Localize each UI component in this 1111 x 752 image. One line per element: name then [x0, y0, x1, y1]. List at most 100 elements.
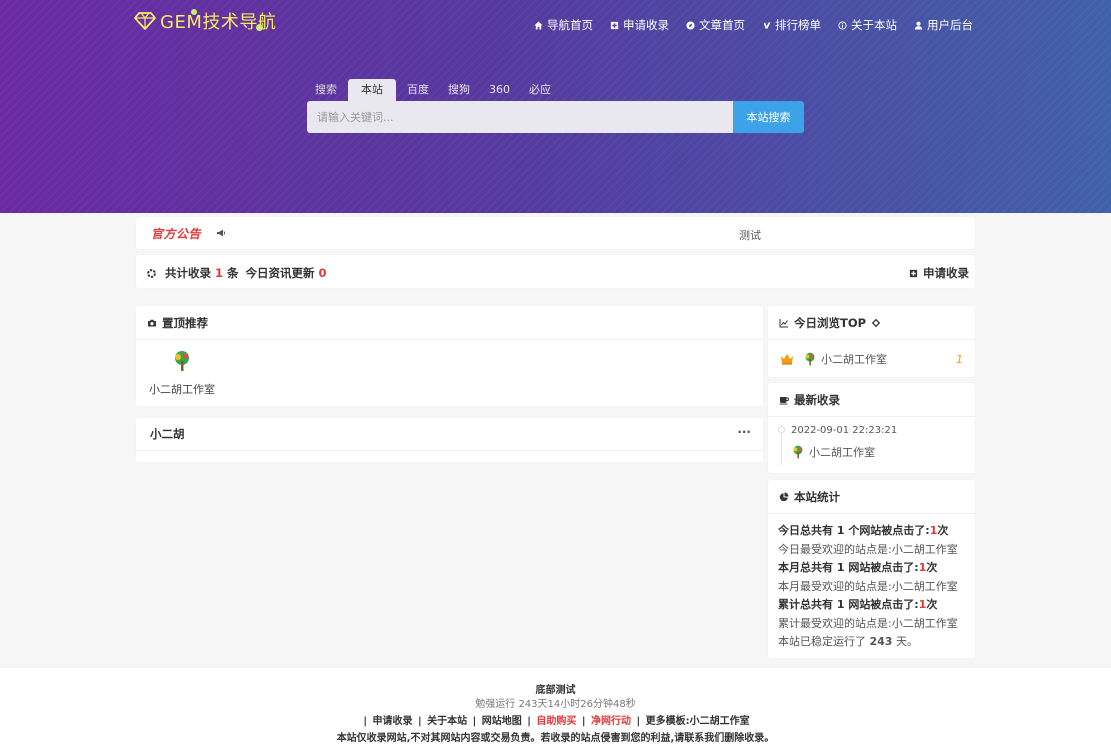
timeline-dot: [778, 426, 785, 433]
line-chart-icon: [779, 318, 788, 327]
top-views-row[interactable]: 小二胡工作室 1: [780, 351, 963, 367]
nav-label: 导航首页: [547, 18, 593, 32]
uptime: 本站已稳定运行了 243 天。: [778, 635, 918, 648]
pie-chart-icon: [779, 492, 789, 501]
footer-title: 底部测试: [535, 685, 576, 696]
diamond-icon: [871, 318, 881, 327]
logo-dot: [191, 9, 197, 15]
today-clicks: 今日总共有 1 个网站被点击了:1次: [778, 524, 949, 537]
today-prefix: 今日资讯更新: [245, 266, 315, 280]
site-statistics: 本站统计 今日总共有 1 个网站被点击了:1次 今日最受欢迎的站点是:小二胡工作…: [768, 480, 975, 658]
footer-link-apply[interactable]: 申请收录: [373, 716, 413, 727]
pinned-title: 置顶推荐: [162, 315, 208, 330]
top-views-title: 今日浏览TOP: [794, 315, 867, 330]
site-name: 小二胡工作室: [149, 383, 215, 396]
footer-link-templates[interactable]: 更多模板:小二胡工作室: [646, 716, 750, 727]
info-icon: [838, 20, 847, 30]
top-views-title-bar: 今日浏览TOP: [768, 306, 975, 340]
site-favicon: [175, 351, 189, 371]
nav-label: 用户后台: [927, 18, 973, 32]
latest-time: 2022-09-01 22:23:21: [791, 425, 898, 436]
site-stats-title: 本站统计: [794, 489, 840, 504]
stats-bar: 共计收录 1 条 今日资讯更新 0 申请收录: [136, 255, 975, 288]
nav-item-articles[interactable]: 文章首页: [686, 17, 745, 33]
gem-icon: [134, 12, 156, 30]
month-clicks: 本月总共有 1 网站被点击了:1次: [778, 561, 938, 574]
nav-item-ranking[interactable]: 排行榜单: [762, 17, 821, 33]
footer-link-sitemap[interactable]: 网站地图: [482, 716, 522, 727]
footer-link-purchase[interactable]: 自助购买: [536, 716, 576, 727]
nav-label: 申请收录: [623, 18, 669, 32]
today-favorite: 今日最受欢迎的站点是:小二胡工作室: [778, 542, 958, 556]
plus-square-icon: [909, 269, 918, 277]
announcement-label: 官方公告: [151, 227, 202, 241]
search-input[interactable]: [307, 101, 733, 133]
vimeo-icon: [762, 21, 771, 29]
top-site-count: 1: [956, 352, 963, 366]
nav-item-about[interactable]: 关于本站: [838, 17, 897, 33]
search-tab-baidu[interactable]: 百度: [399, 79, 437, 101]
home-icon: [534, 20, 543, 30]
search-tab-360[interactable]: 360: [481, 79, 518, 101]
total-favorite: 累计最受欢迎的站点是:小二胡工作室: [778, 616, 958, 630]
latest-additions: 最新收录 2022-09-01 22:23:21 小二胡工作室: [768, 383, 975, 473]
search-label: 搜索: [315, 83, 337, 96]
pinned-title-bar: 置顶推荐: [136, 306, 763, 340]
megaphone-icon: [217, 229, 226, 237]
today-count: 0: [318, 266, 327, 280]
site-stats-title-bar: 本站统计: [768, 480, 975, 514]
compass-icon: [686, 20, 695, 30]
hero-header: GEM技术导航 导航首页 申请收录 文章首页 排行榜单 关于本站 用户后台 搜索…: [0, 0, 1111, 213]
stat-lines: 今日总共有 1 个网站被点击了:1次 今日最受欢迎的站点是:小二胡工作室 本月总…: [778, 522, 969, 652]
footer-link-about[interactable]: 关于本站: [427, 716, 467, 727]
category-title-bar: 小二胡: [136, 418, 763, 451]
footer: 底部测试 勉强运行 243天14小时26分钟48秒 | 申请收录 | 关于本站 …: [0, 668, 1111, 752]
nav-label: 关于本站: [851, 18, 897, 32]
total-count: 1: [215, 266, 224, 280]
total-unit: 条: [227, 266, 239, 280]
latest-title: 最新收录: [794, 392, 840, 407]
nav-item-user[interactable]: 用户后台: [914, 17, 973, 33]
search-button[interactable]: 本站搜索: [733, 101, 804, 133]
latest-title-bar: 最新收录: [768, 383, 975, 417]
total-prefix: 共计收录: [165, 266, 211, 280]
category-title: 小二胡: [150, 427, 185, 441]
more-button[interactable]: ···: [737, 425, 751, 439]
collection-stats: 共计收录 1 条 今日资讯更新 0: [147, 265, 331, 281]
latest-site-name: 小二胡工作室: [809, 446, 875, 459]
top-navigation: 导航首页 申请收录 文章首页 排行榜单 关于本站 用户后台: [534, 17, 973, 33]
life-ring-icon: [147, 268, 156, 278]
site-logo[interactable]: GEM技术导航: [134, 8, 276, 34]
apply-link[interactable]: 申请收录: [909, 265, 969, 281]
user-icon: [914, 21, 923, 30]
search-tab-site[interactable]: 本站: [348, 79, 396, 101]
pinned-recommendations: 置顶推荐 小二胡工作室: [136, 306, 763, 406]
plus-square-icon: [610, 21, 619, 29]
site-card[interactable]: 小二胡工作室: [147, 350, 217, 397]
top-site-name: 小二胡工作室: [821, 353, 887, 366]
month-favorite: 本月最受欢迎的站点是:小二胡工作室: [778, 579, 958, 593]
search-tab-sogou[interactable]: 搜狗: [440, 79, 478, 101]
announcement-message[interactable]: 测试: [739, 227, 761, 243]
search-tabs: 搜索 本站 百度 搜狗 360 必应: [307, 79, 562, 101]
camera-icon: [148, 319, 156, 326]
footer-runtime: 勉强运行 243天14小时26分钟48秒: [475, 699, 636, 710]
footer-links: | 申请收录 | 关于本站 | 网站地图 | 自助购买 | 净网行动 | 更多模…: [363, 716, 750, 727]
nav-item-apply[interactable]: 申请收录: [610, 17, 669, 33]
category-section: 小二胡 ···: [136, 418, 763, 462]
today-top-views: 今日浏览TOP 小二胡工作室 1: [768, 306, 975, 377]
crown-icon: [781, 354, 793, 365]
logo-dot: [256, 24, 263, 31]
footer-disclaimer: 本站仅收录网站,不对其网站内容或交易负责。若收录的站点侵害到您的利益,请联系我们…: [336, 733, 775, 744]
nav-item-home[interactable]: 导航首页: [534, 17, 593, 33]
apply-label: 申请收录: [923, 266, 969, 280]
coffee-icon: [779, 396, 789, 404]
total-clicks: 累计总共有 1 网站被点击了:1次: [778, 598, 938, 611]
site-favicon: [793, 445, 803, 459]
latest-site[interactable]: 小二胡工作室: [791, 444, 875, 460]
search-tab-bing[interactable]: 必应: [521, 79, 559, 101]
nav-label: 排行榜单: [775, 18, 821, 32]
site-favicon: [805, 352, 815, 366]
announcement-bar: 官方公告 测试: [136, 217, 975, 249]
footer-link-clean-net[interactable]: 净网行动: [591, 716, 631, 727]
